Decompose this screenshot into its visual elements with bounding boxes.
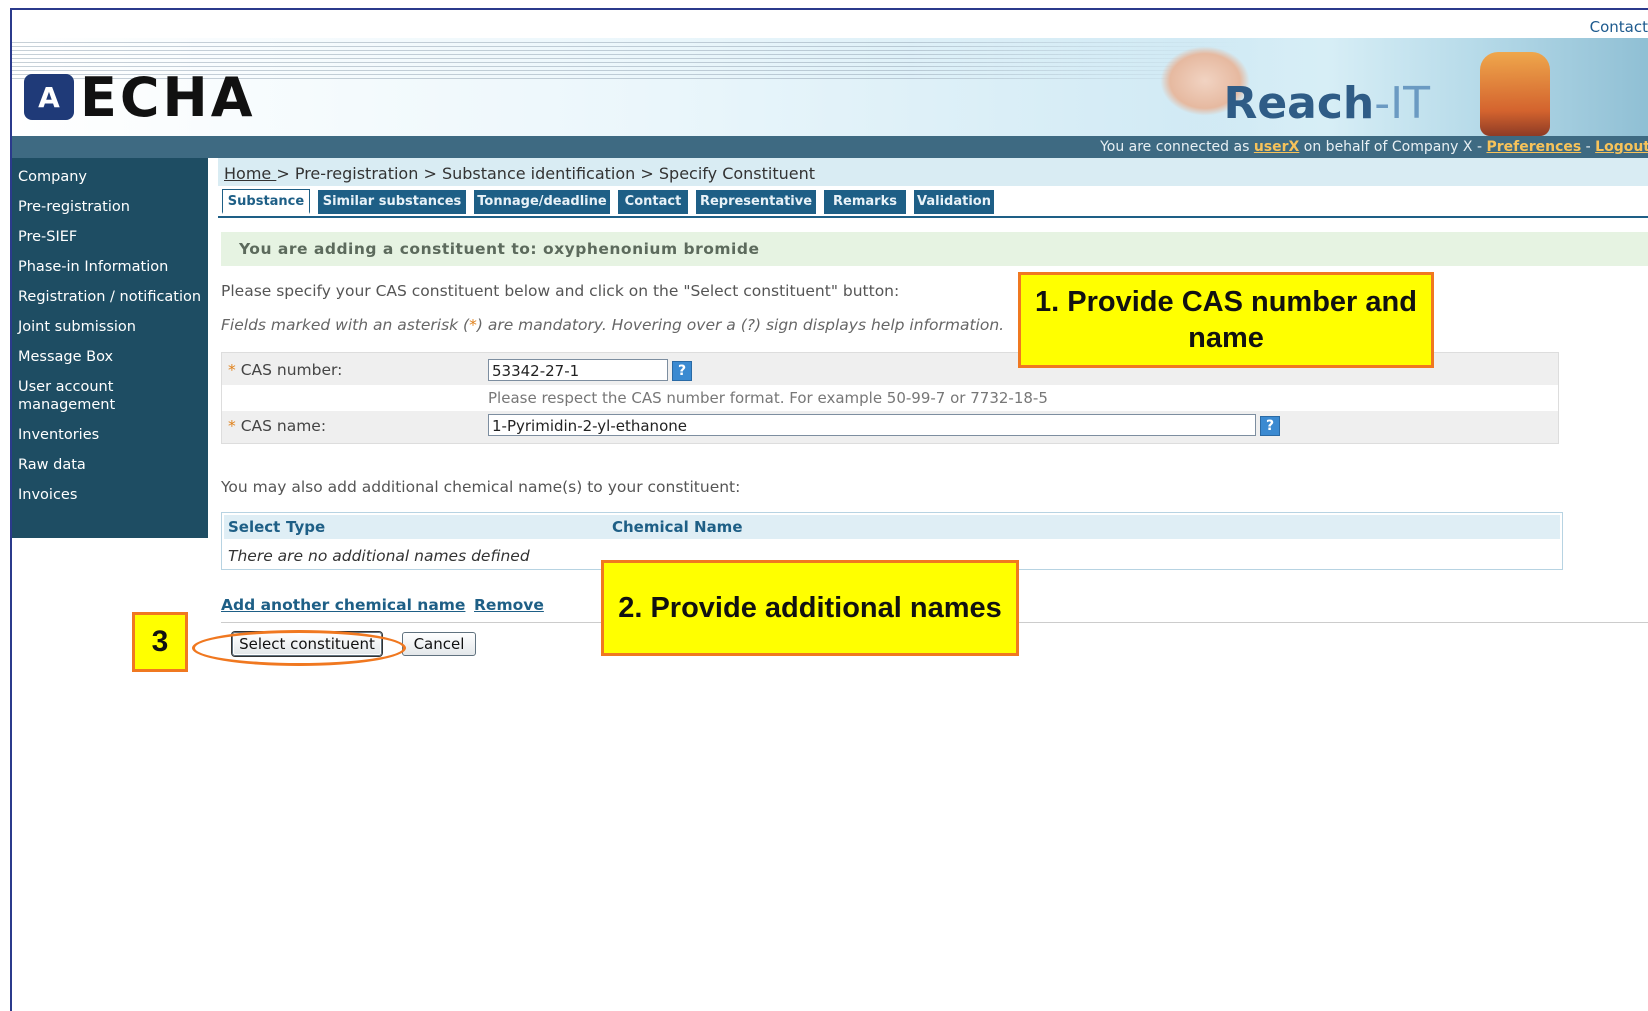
reach-logo-main: Reach [1223,78,1375,129]
cas-number-label: * CAS number: [228,361,342,379]
mandatory-prefix: Fields marked with an asterisk ( [221,316,470,334]
sidebar-item-pre-sief[interactable]: Pre-SIEF [12,222,208,252]
sidebar-item-message-box[interactable]: Message Box [12,342,208,372]
logout-link[interactable]: Logout [1595,139,1648,155]
connected-prefix: You are connected as [1100,139,1254,155]
required-star-icon: * [228,361,236,379]
browser-page: Contact Reach-IT A ECHA You are connecte… [10,8,1648,1011]
separator: - [1581,139,1596,155]
reach-it-logo: Reach-IT [1223,78,1430,129]
sidebar-item-registration[interactable]: Registration / notification [12,282,208,312]
reach-logo-suffix: -IT [1374,78,1430,129]
sidebar-item-inventories[interactable]: Inventories [12,420,208,450]
echa-logo[interactable]: A ECHA [24,66,256,129]
column-header-chemical-name: Chemical Name [612,518,743,536]
tab-similar-substances[interactable]: Similar substances [318,190,466,214]
sidebar-item-raw-data[interactable]: Raw data [12,450,208,480]
tab-tonnage-deadline[interactable]: Tonnage/deadline [474,190,610,214]
remove-link[interactable]: Remove [474,596,544,614]
required-star-icon: * [228,417,236,435]
header-banner: Reach-IT A ECHA [12,38,1648,136]
sidebar-item-invoices[interactable]: Invoices [12,480,208,510]
add-chemical-name-link[interactable]: Add another chemical name [221,596,465,614]
user-link[interactable]: userX [1254,139,1300,155]
callout-step-3: 3 [132,612,188,672]
mandatory-suffix: ) are mandatory. Hovering over a (?) sig… [476,316,1005,334]
breadcrumb-home-link[interactable]: Home [224,164,276,183]
sidebar-nav: Company Pre-registration Pre-SIEF Phase-… [12,158,208,538]
behalf-text: on behalf of Company X - [1299,139,1487,155]
sidebar-item-pre-registration[interactable]: Pre-registration [12,192,208,222]
table-header-row: Select Type Chemical Name [224,515,1560,539]
cas-number-input[interactable]: 53342-27-1 [488,359,668,381]
cas-name-label-text: CAS name: [240,417,327,435]
instruction-text: Please specify your CAS constituent belo… [221,282,900,300]
sidebar-item-user-account[interactable]: User account management [12,372,208,420]
callout-step-1: 1. Provide CAS number and name [1018,272,1434,368]
cas-name-help-icon[interactable]: ? [1260,416,1280,436]
column-header-select: Select [228,518,281,536]
cas-number-label-text: CAS number: [240,361,343,379]
connection-bar: You are connected as userX on behalf of … [12,136,1648,158]
tab-remarks[interactable]: Remarks [824,190,906,214]
cas-name-input[interactable]: 1-Pyrimidin-2-yl-ethanone [488,414,1256,436]
asterisk-glyph: * [469,316,477,334]
info-message: You are adding a constituent to: oxyphen… [221,232,1648,266]
table-empty-message: There are no additional names defined [228,547,530,565]
cas-number-help-icon[interactable]: ? [672,361,692,381]
cas-format-hint: Please respect the CAS number format. Fo… [488,389,1048,407]
preferences-link[interactable]: Preferences [1486,139,1581,155]
sidebar-item-joint-submission[interactable]: Joint submission [12,312,208,342]
breadcrumb: Home > Pre-registration > Substance iden… [224,164,815,183]
additional-names-intro: You may also add additional chemical nam… [221,478,741,496]
contact-link[interactable]: Contact [1590,18,1648,36]
flask-image [1480,52,1550,136]
breadcrumb-bar: Home > Pre-registration > Substance iden… [218,158,1648,186]
column-header-type: Type [286,518,326,536]
sidebar-item-phase-in-information[interactable]: Phase-in Information [12,252,208,282]
cancel-button[interactable]: Cancel [402,632,476,656]
callout-step-2: 2. Provide additional names [601,560,1019,656]
tab-validation[interactable]: Validation [914,190,994,214]
sidebar-item-company[interactable]: Company [12,162,208,192]
breadcrumb-path: > Pre-registration > Substance identific… [276,164,816,183]
top-bar: Contact [12,10,1648,38]
mandatory-note: Fields marked with an asterisk (*) are m… [221,316,1004,334]
tab-substance[interactable]: Substance [222,189,310,214]
tab-contact[interactable]: Contact [618,190,688,214]
echa-logo-text: ECHA [80,65,256,129]
highlight-ellipse [192,630,406,666]
tab-representative[interactable]: Representative [696,190,816,214]
cas-name-label: * CAS name: [228,417,326,435]
echa-emblem-icon: A [24,74,74,120]
tab-bar: Substance Similar substances Tonnage/dea… [218,188,1648,218]
